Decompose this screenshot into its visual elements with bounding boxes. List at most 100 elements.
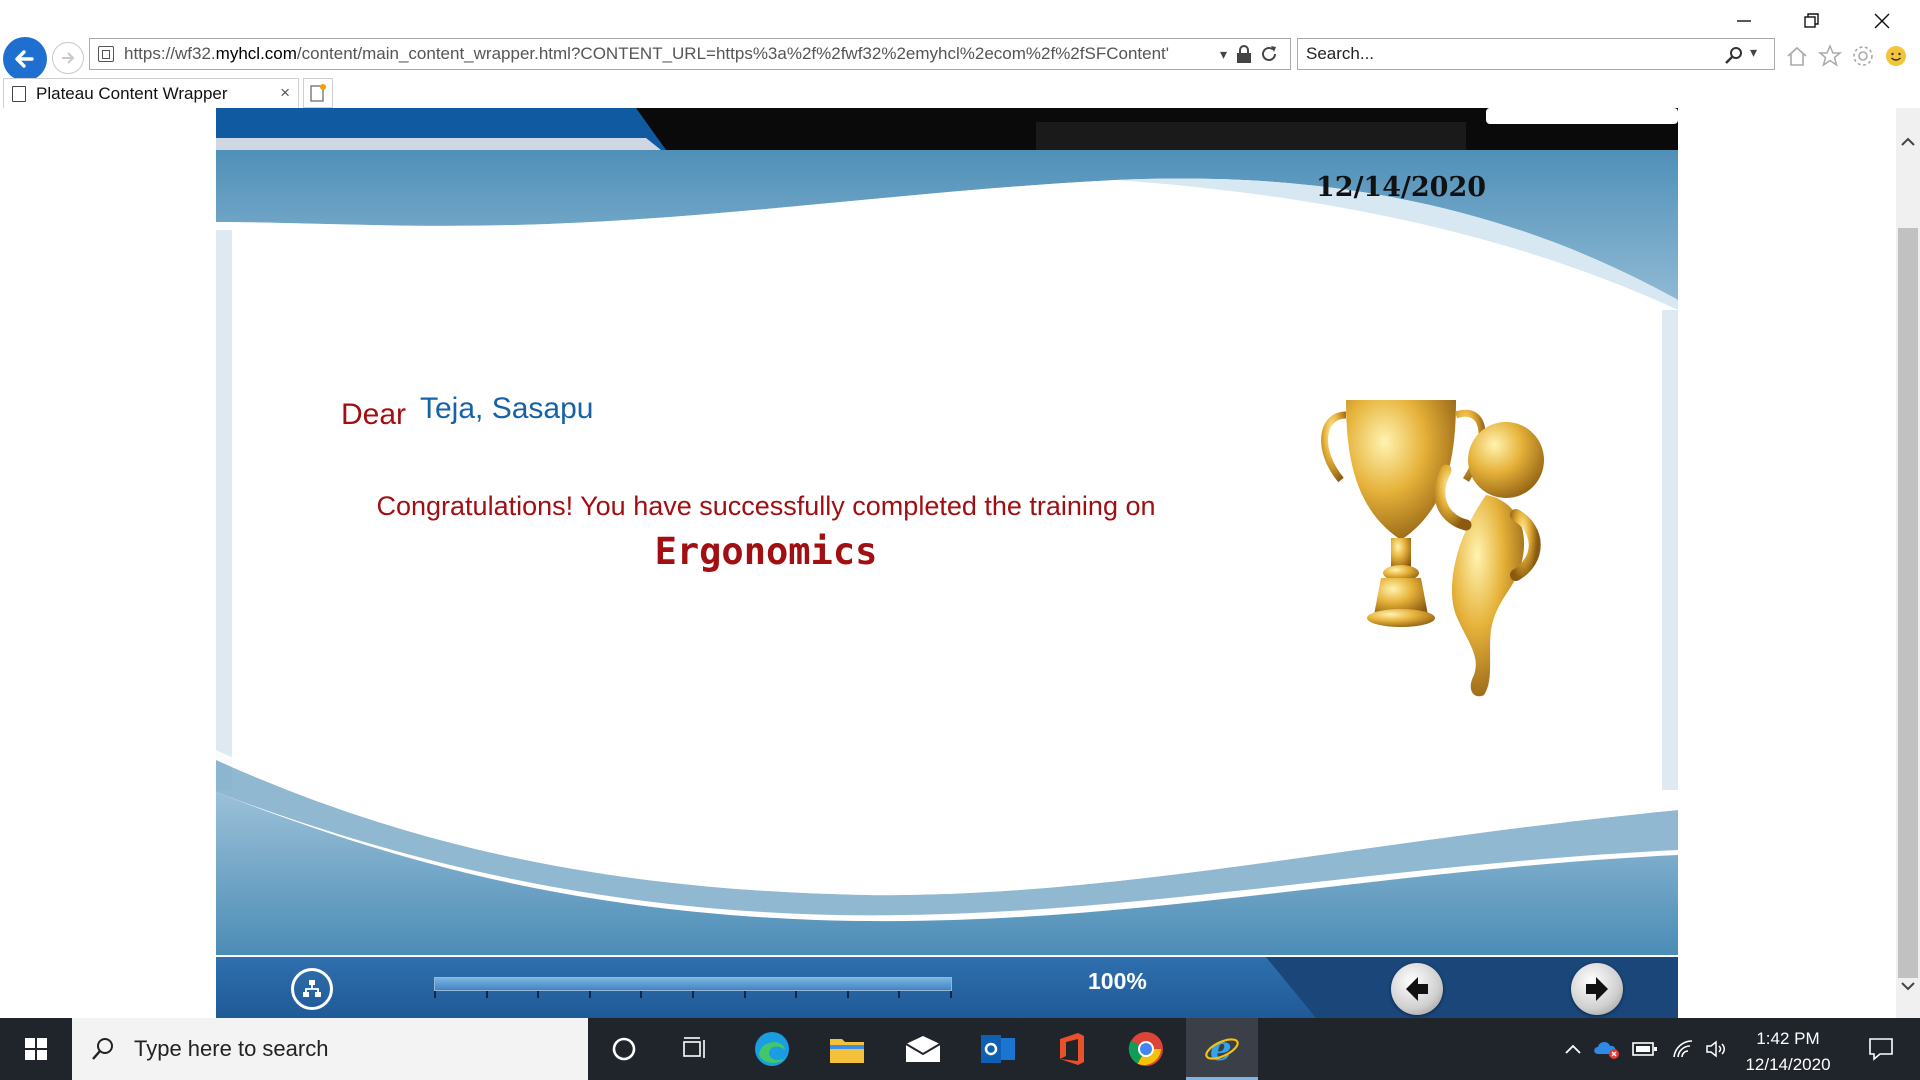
navigation-bar: https://wf32.myhcl.com/content/main_cont… bbox=[0, 34, 1920, 81]
show-hidden-icons-button[interactable] bbox=[1556, 1018, 1590, 1080]
scrollbar-thumb[interactable] bbox=[1898, 228, 1918, 978]
wifi-button[interactable] bbox=[1668, 1018, 1698, 1080]
tab-plateau-content-wrapper[interactable]: Plateau Content Wrapper × bbox=[3, 78, 299, 108]
salutation: Dear bbox=[341, 398, 407, 431]
clock-time: 1:42 PM bbox=[1756, 1029, 1820, 1048]
internet-explorer-button[interactable]: e bbox=[1186, 1018, 1258, 1080]
title-bar bbox=[0, 0, 1920, 38]
address-bar[interactable]: https://wf32.myhcl.com/content/main_cont… bbox=[89, 38, 1291, 70]
tab-title: Plateau Content Wrapper bbox=[36, 83, 228, 103]
minimize-button[interactable] bbox=[1718, 4, 1770, 38]
course-progress-bar bbox=[434, 977, 952, 991]
mail-button[interactable] bbox=[887, 1018, 959, 1080]
edge-browser-button[interactable] bbox=[736, 1018, 808, 1080]
browser-search-input[interactable] bbox=[1306, 44, 1706, 64]
sitemap-icon bbox=[303, 980, 321, 997]
start-button[interactable] bbox=[0, 1018, 72, 1080]
progress-tick bbox=[950, 991, 952, 998]
lock-icon[interactable] bbox=[1235, 44, 1253, 64]
search-dropdown-icon[interactable]: ▾ bbox=[1750, 44, 1757, 61]
scroll-down-icon[interactable] bbox=[1900, 978, 1916, 994]
task-view-icon bbox=[683, 1037, 705, 1058]
player-control-bar: 100% bbox=[216, 957, 1678, 1018]
clock-date: 12/14/2020 bbox=[1745, 1055, 1831, 1074]
battery-button[interactable] bbox=[1630, 1018, 1660, 1080]
close-icon bbox=[1874, 13, 1890, 29]
office-button[interactable] bbox=[1036, 1018, 1108, 1080]
system-clock[interactable]: 1:42 PM 12/14/2020 bbox=[1728, 1026, 1848, 1078]
notification-icon bbox=[1869, 1038, 1893, 1061]
cortana-button[interactable] bbox=[588, 1018, 660, 1080]
edge-icon bbox=[755, 1032, 789, 1066]
next-slide-button[interactable] bbox=[1571, 963, 1623, 1015]
progress-percent-label: 100% bbox=[1088, 968, 1147, 994]
restore-button[interactable] bbox=[1786, 4, 1838, 38]
course-menu-button[interactable] bbox=[291, 968, 333, 1010]
progress-tick bbox=[485, 991, 488, 998]
previous-arrow-icon bbox=[1406, 977, 1428, 1001]
outlook-icon bbox=[981, 1035, 1015, 1063]
course-title: Ergonomics bbox=[654, 530, 878, 573]
refresh-icon[interactable] bbox=[1259, 44, 1279, 64]
new-tab-button[interactable] bbox=[303, 78, 333, 108]
course-player: 12/14/2020 Dear Teja, Sasapu Congratulat… bbox=[216, 108, 1678, 1018]
cloud-error-icon bbox=[1594, 1041, 1619, 1059]
new-tab-icon bbox=[310, 84, 326, 102]
completion-date: 12/14/2020 bbox=[1316, 172, 1487, 203]
outlook-button[interactable] bbox=[962, 1018, 1034, 1080]
page-scrollbar[interactable] bbox=[1896, 108, 1920, 1018]
tab-page-icon bbox=[12, 85, 26, 102]
mail-envelope-icon bbox=[905, 1036, 941, 1062]
progress-tick bbox=[795, 991, 798, 998]
progress-tick bbox=[692, 991, 694, 998]
wifi-icon bbox=[1673, 1040, 1693, 1058]
course-progress-fill bbox=[435, 978, 951, 990]
speaker-icon bbox=[1706, 1040, 1725, 1058]
onedrive-status-button[interactable] bbox=[1592, 1018, 1622, 1080]
dropdown-icon[interactable]: ▾ bbox=[1220, 46, 1227, 63]
progress-tick bbox=[898, 991, 901, 998]
gold-trophy-figure-image bbox=[1321, 400, 1544, 697]
task-view-button[interactable] bbox=[660, 1018, 732, 1080]
svg-text:e: e bbox=[1210, 1029, 1232, 1067]
office-icon bbox=[1060, 1033, 1084, 1065]
windows-logo-icon bbox=[25, 1038, 47, 1060]
forward-arrow-icon bbox=[62, 52, 75, 64]
favorites-star-icon[interactable] bbox=[1816, 42, 1843, 69]
previous-slide-button[interactable] bbox=[1391, 963, 1443, 1015]
learner-name: Teja, Sasapu bbox=[420, 392, 594, 425]
settings-gear-icon[interactable] bbox=[1849, 42, 1876, 69]
tab-close-button[interactable]: × bbox=[280, 83, 290, 103]
back-arrow-icon bbox=[15, 50, 34, 68]
player-header-strip bbox=[216, 108, 1678, 150]
close-window-button[interactable] bbox=[1856, 4, 1908, 38]
back-button[interactable] bbox=[3, 37, 47, 81]
progress-tick bbox=[537, 991, 540, 998]
tab-bar: Plateau Content Wrapper × bbox=[0, 78, 1920, 108]
action-center-button[interactable] bbox=[1856, 1018, 1906, 1080]
browser-tools bbox=[1783, 42, 1909, 69]
battery-icon bbox=[1632, 1042, 1657, 1056]
progress-ticks bbox=[434, 991, 952, 999]
taskbar-search-box[interactable]: Type here to search bbox=[72, 1018, 588, 1080]
progress-tick bbox=[434, 991, 436, 998]
search-icon bbox=[92, 1038, 113, 1060]
cortana-circle-icon bbox=[612, 1037, 636, 1061]
url-text[interactable]: https://wf32.myhcl.com/content/main_cont… bbox=[124, 44, 1214, 64]
scroll-up-icon[interactable] bbox=[1900, 134, 1916, 150]
progress-tick bbox=[588, 991, 591, 998]
home-icon[interactable] bbox=[1783, 42, 1810, 69]
chrome-button[interactable] bbox=[1110, 1018, 1182, 1080]
browser-search-box[interactable]: ▾ bbox=[1297, 38, 1775, 70]
completion-slide: 12/14/2020 Dear Teja, Sasapu Congratulat… bbox=[216, 150, 1678, 955]
file-explorer-button[interactable] bbox=[811, 1018, 883, 1080]
next-arrow-icon bbox=[1586, 977, 1608, 1001]
chevron-up-icon bbox=[1565, 1044, 1581, 1054]
minimize-icon bbox=[1737, 20, 1751, 22]
feedback-smiley-icon[interactable] bbox=[1882, 42, 1909, 69]
progress-tick bbox=[846, 991, 849, 998]
progress-tick bbox=[640, 991, 643, 998]
search-icon[interactable] bbox=[1724, 45, 1744, 65]
forward-button[interactable] bbox=[52, 42, 84, 74]
internet-explorer-icon: e bbox=[1205, 1029, 1239, 1067]
